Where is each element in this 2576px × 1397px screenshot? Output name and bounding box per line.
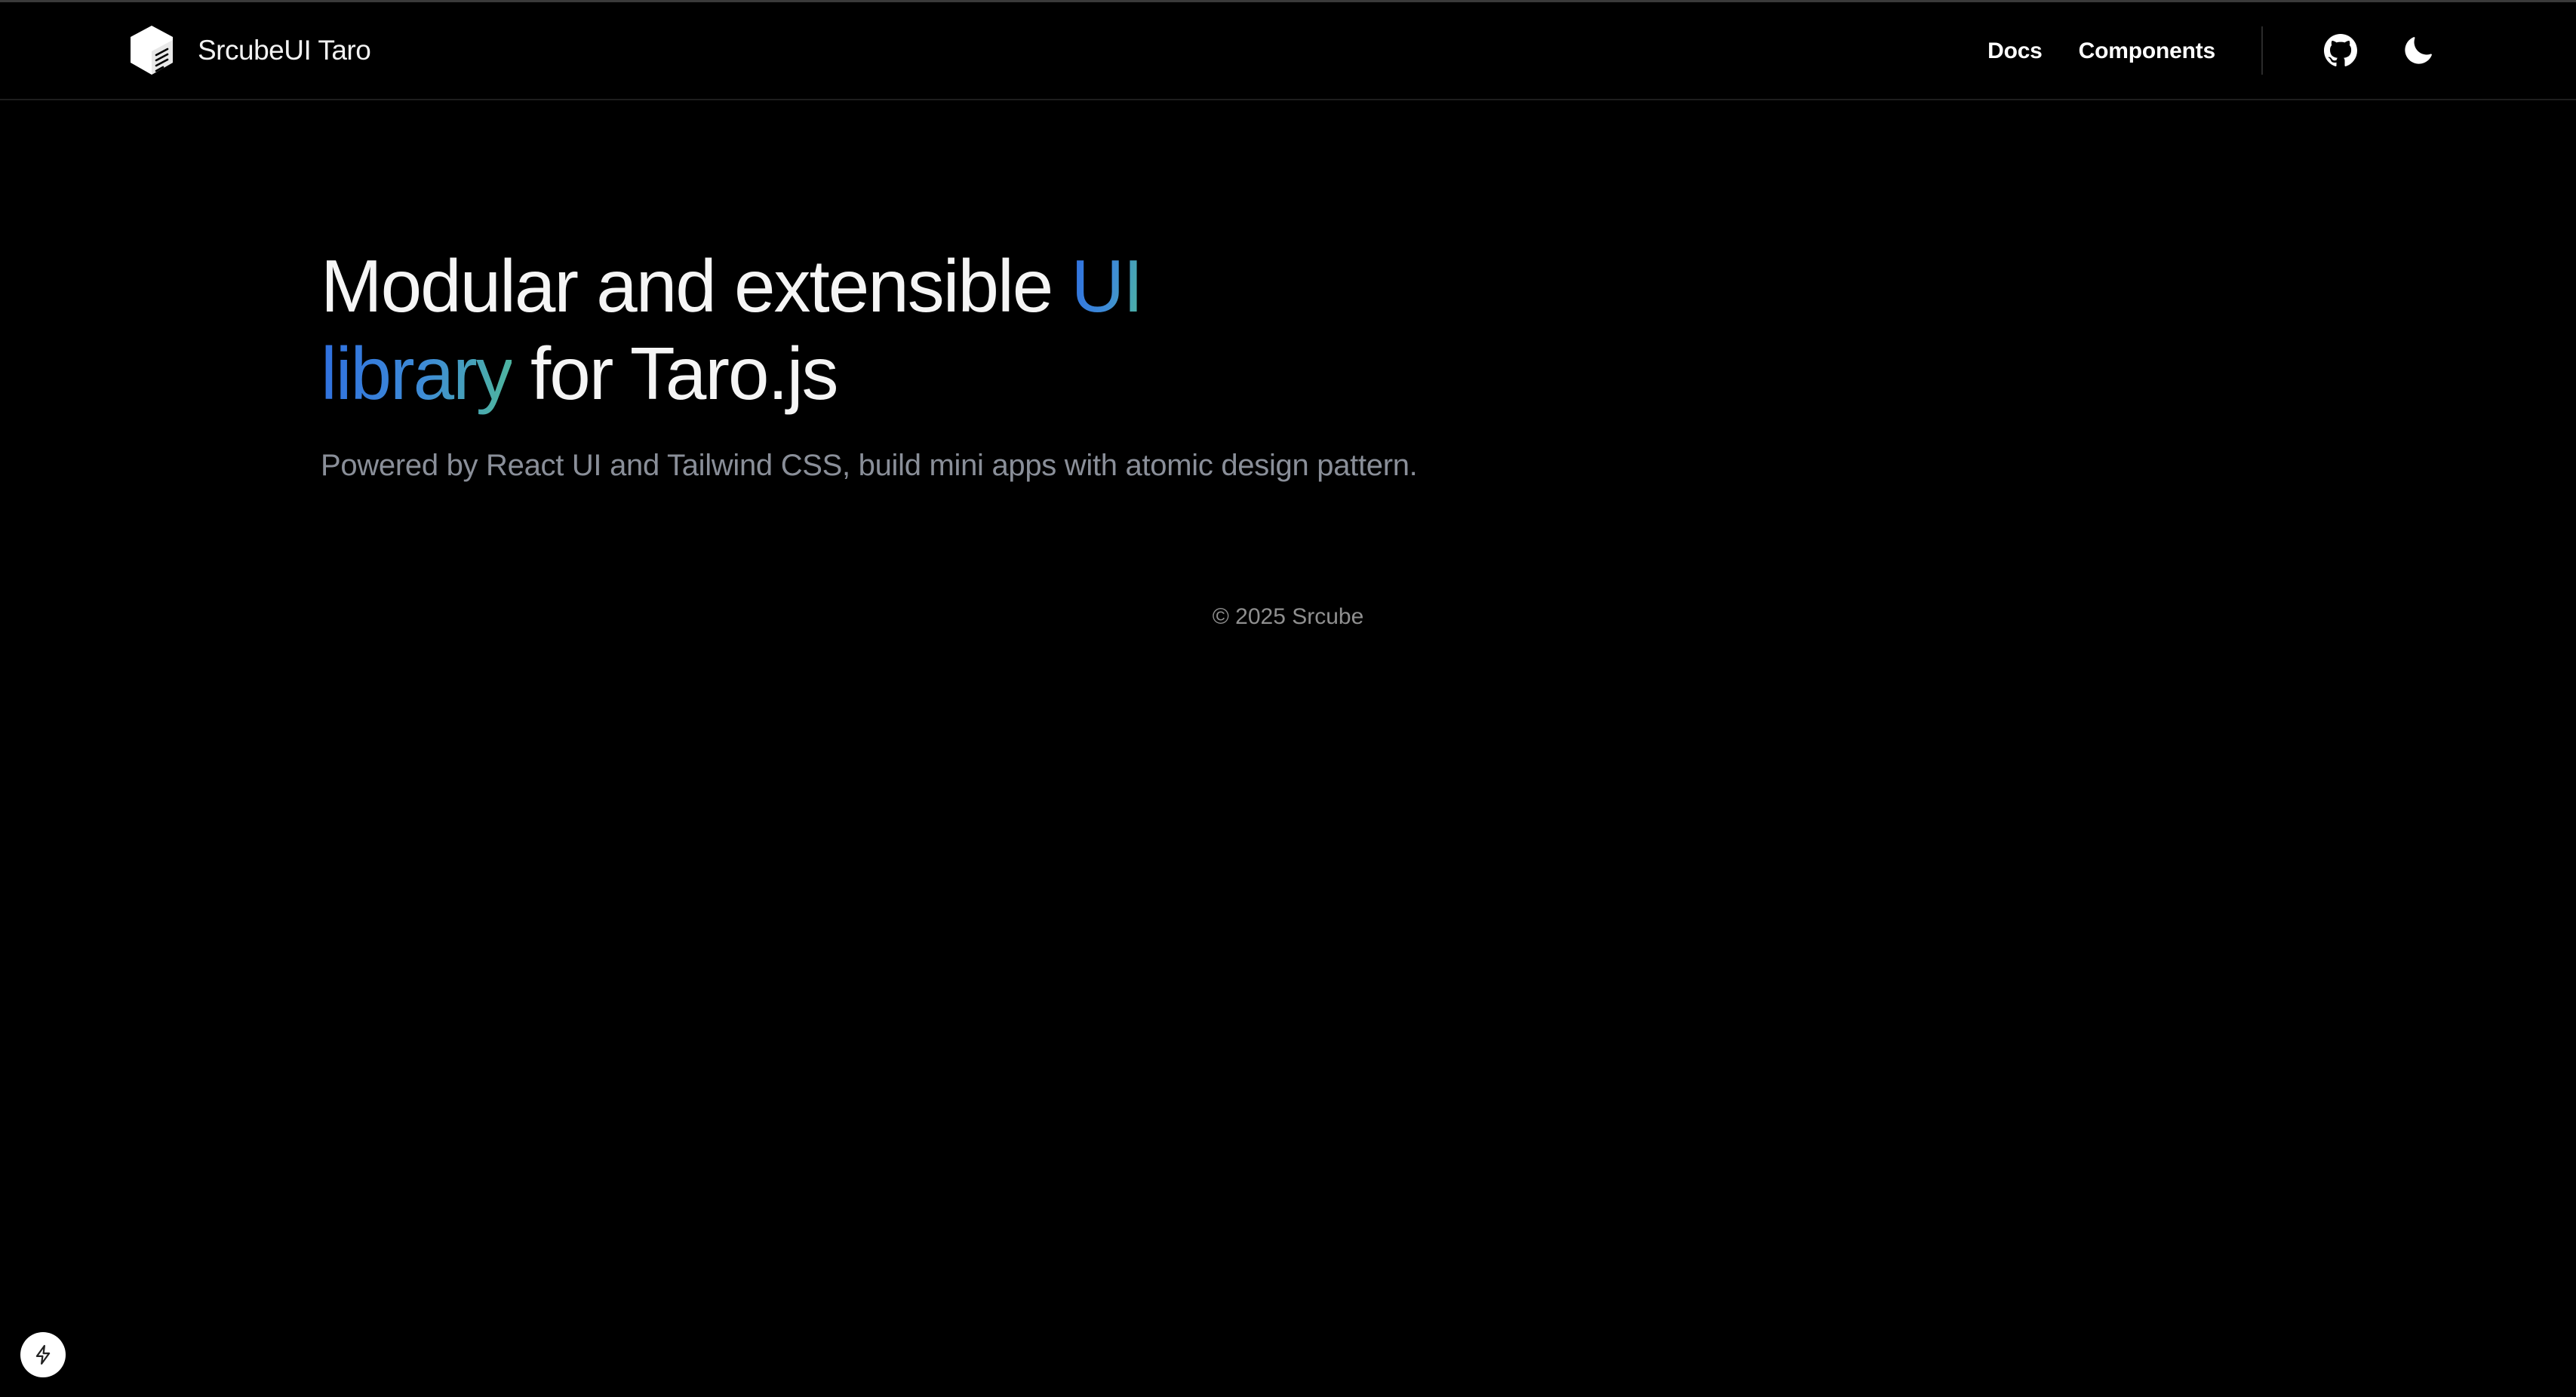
main-nav: Docs Components xyxy=(1951,32,2215,70)
brand-name: SrcubeUI Taro xyxy=(198,35,371,66)
hero-title-part1: Modular and extensible xyxy=(321,244,1071,327)
hero-section: Modular and extensible UI library for Tar… xyxy=(321,242,1603,483)
page: SrcubeUI Taro Docs Components Modular an… xyxy=(0,0,2576,1397)
github-icon xyxy=(2324,34,2357,66)
hero-title: Modular and extensible UI library for Tar… xyxy=(321,242,1603,417)
lightning-bolt-icon xyxy=(35,1345,51,1365)
brand-link[interactable]: SrcubeUI Taro xyxy=(128,23,371,78)
github-button[interactable] xyxy=(2321,31,2360,70)
hero-title-highlight-ui: UI xyxy=(1071,244,1144,327)
hero-title-highlight-library: library xyxy=(321,332,513,415)
nav-components-link[interactable]: Components xyxy=(2079,38,2216,64)
cube-logo-icon xyxy=(131,26,173,75)
theme-toggle-button[interactable] xyxy=(2399,31,2438,70)
top-navbar: SrcubeUI Taro Docs Components xyxy=(0,2,2576,100)
hero-title-part2: for Taro.js xyxy=(511,332,838,415)
footer-copyright: © 2025 Srcube xyxy=(1212,604,1364,629)
moon-icon xyxy=(2405,37,2432,64)
nav-docs-link[interactable]: Docs xyxy=(1987,38,2043,64)
hero-subtitle: Powered by React UI and Tailwind CSS, bu… xyxy=(321,449,1418,482)
nav-divider xyxy=(2261,26,2263,75)
dev-indicator-button[interactable] xyxy=(20,1332,66,1377)
